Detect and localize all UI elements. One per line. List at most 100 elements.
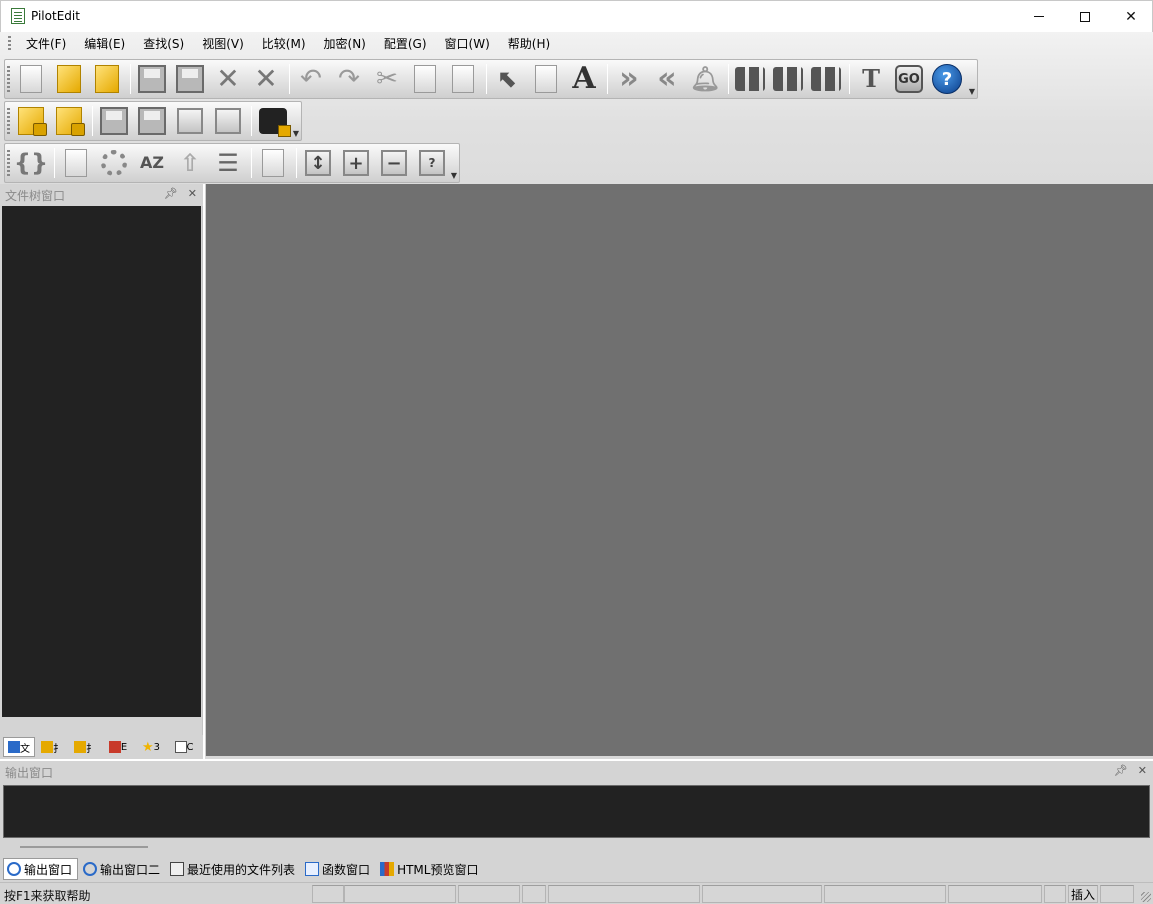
redo-button[interactable]: ↷ [331, 61, 367, 97]
toolbar-overflow-icon[interactable]: ▼ [293, 129, 299, 138]
output-scrollbar[interactable] [20, 846, 148, 848]
indent-button[interactable]: » [611, 61, 647, 97]
tab-favorites[interactable]: ★ 3 [135, 737, 167, 757]
encrypt-remote-button[interactable] [172, 103, 208, 139]
tab-output[interactable]: 输出窗口 [3, 858, 79, 880]
toolbar-grip[interactable] [7, 66, 10, 94]
menu-bar: 文件(F) 编辑(E) 查找(S) 视图(V) 比较(M) 加密(N) 配置(G… [0, 32, 1153, 56]
query-button[interactable]: ? [414, 145, 450, 181]
paste-icon [452, 65, 474, 93]
save-all-button[interactable] [172, 61, 208, 97]
go-button[interactable]: GO [891, 61, 927, 97]
toolbar-overflow-icon[interactable]: ▼ [451, 171, 457, 180]
window-title: PilotEdit [31, 9, 80, 23]
minimize-button[interactable] [1016, 1, 1062, 32]
output-view[interactable] [3, 785, 1150, 838]
pin-icon[interactable]: 📌︎ [1114, 764, 1128, 777]
camera-lock-button[interactable] [255, 103, 291, 139]
close-file-button[interactable]: ✕ [210, 61, 246, 97]
close-icon[interactable]: ✕ [188, 187, 197, 200]
expand-button[interactable]: ↕ [300, 145, 336, 181]
tab-functions[interactable]: 函数窗口 [302, 858, 375, 880]
paste-button[interactable] [445, 61, 481, 97]
status-cell [522, 885, 546, 903]
menu-file[interactable]: 文件(F) [17, 32, 75, 56]
file-tree-caption: 文件树窗口 📌︎ ✕ [0, 184, 203, 206]
settings-button[interactable] [96, 145, 132, 181]
save-button[interactable] [134, 61, 170, 97]
tab-output-2[interactable]: 输出窗口二 [80, 858, 165, 880]
file-settings-button[interactable] [58, 145, 94, 181]
close-window-button[interactable]: ✕ [1108, 1, 1153, 32]
outdent-button[interactable]: « [649, 61, 685, 97]
maximize-icon [1080, 11, 1090, 22]
brace-button[interactable]: {} [13, 145, 49, 181]
status-bar: 按F1来获取帮助 插入 [0, 882, 1153, 904]
decrypt-remote-button[interactable] [210, 103, 246, 139]
decrypt-save-button[interactable] [134, 103, 170, 139]
editor-area[interactable] [205, 184, 1153, 756]
open-file-button[interactable] [51, 61, 87, 97]
menu-search[interactable]: 查找(S) [134, 32, 193, 56]
maximize-button[interactable] [1062, 1, 1108, 32]
help-button[interactable]: ? [929, 61, 965, 97]
status-cell [948, 885, 1042, 903]
find-button[interactable] [732, 61, 768, 97]
find-next-icon [773, 67, 803, 91]
toolbar-grip[interactable] [7, 108, 10, 136]
plus-button[interactable]: + [338, 145, 374, 181]
recent-files-icon [170, 862, 185, 876]
text-replace-button[interactable]: T [853, 61, 889, 97]
find-next-button[interactable] [770, 61, 806, 97]
copy-button[interactable] [407, 61, 443, 97]
move-up-button[interactable]: ⇧ [172, 145, 208, 181]
menu-encrypt[interactable]: 加密(N) [315, 32, 375, 56]
pin-icon[interactable]: 📌︎ [164, 187, 178, 200]
menu-config[interactable]: 配置(G) [375, 32, 436, 56]
tab-folder[interactable]: 扌 [36, 737, 68, 757]
minus-icon: − [381, 150, 407, 176]
outdent-icon: « [657, 61, 677, 96]
tab-windows[interactable]: C [168, 737, 200, 757]
menu-compare[interactable]: 比较(M) [253, 32, 315, 56]
menu-window[interactable]: 窗口(W) [436, 32, 499, 56]
encrypt-file-button[interactable] [13, 103, 49, 139]
windows-icon [174, 741, 187, 753]
tab-chart[interactable]: E [102, 737, 134, 757]
camera-lock-icon [259, 108, 291, 137]
menu-grip[interactable] [8, 36, 11, 52]
minimize-icon [1034, 16, 1044, 17]
menu-view[interactable]: 视图(V) [193, 32, 253, 56]
tab-file-tree[interactable]: 文 [3, 737, 35, 757]
cut-button[interactable]: ✂ [369, 61, 405, 97]
resize-grip-icon[interactable] [1141, 892, 1151, 902]
menu-edit[interactable]: 编辑(E) [75, 32, 134, 56]
bell-icon: 🔔︎ [689, 65, 721, 93]
toolbar-overflow-icon[interactable]: ▼ [969, 87, 975, 96]
tab-folder-remote[interactable]: 扌 [69, 737, 101, 757]
indent-icon: » [619, 61, 639, 96]
file-tree-view[interactable] [2, 206, 201, 717]
minus-button[interactable]: − [376, 145, 412, 181]
decrypt-file-button[interactable] [51, 103, 87, 139]
open-remote-button[interactable] [89, 61, 125, 97]
open-remote-icon [95, 65, 119, 93]
tab-recent-files[interactable]: 最近使用的文件列表 [167, 858, 300, 880]
format-button[interactable]: ☰ [210, 145, 246, 181]
select-button[interactable]: ⬉ [490, 61, 526, 97]
font-button[interactable]: A [566, 61, 602, 97]
encrypt-save-button[interactable] [96, 103, 132, 139]
tab-html-preview[interactable]: HTML预览窗口 [377, 858, 483, 880]
close-icon[interactable]: ✕ [1138, 764, 1147, 777]
close-all-button[interactable]: ✕ [248, 61, 284, 97]
zoom-button[interactable] [255, 145, 291, 181]
new-file-button[interactable] [13, 61, 49, 97]
menu-help[interactable]: 帮助(H) [499, 32, 559, 56]
column-mode-button[interactable] [528, 61, 564, 97]
bell-button[interactable]: 🔔︎ [687, 61, 723, 97]
cut-icon: ✂ [376, 64, 398, 94]
undo-button[interactable]: ↶ [293, 61, 329, 97]
sort-button[interactable]: AZ [134, 145, 170, 181]
find-prev-button[interactable] [808, 61, 844, 97]
toolbar-grip[interactable] [7, 150, 10, 178]
